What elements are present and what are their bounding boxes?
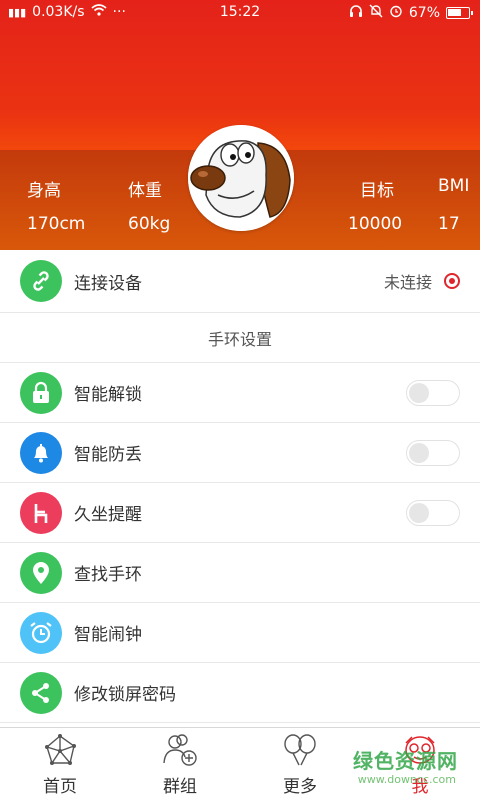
menu-row-find-band[interactable]: 查找手环 [0,543,480,603]
settings-list: 连接设备 未连接 手环设置 智能解锁 智能防丢 久坐提醒 查找手环 智能闹钟 修… [0,250,480,723]
avatar[interactable] [188,125,294,231]
watermark-url: www.downcc.com [357,773,456,786]
location-pin-icon [20,551,62,594]
toggle-row-anti-loss: 智能防丢 [0,423,480,483]
toggle-row-sedentary: 久坐提醒 [0,483,480,543]
nav-more[interactable]: 更多 [240,728,360,800]
menu-label: 智能闹钟 [74,625,142,645]
nav-label: 群组 [163,777,197,797]
stat-bmi: BMI 17 [438,176,470,234]
share-icon [20,671,62,714]
stat-goal: 目标 10000 [348,176,402,234]
stat-label: BMI [438,176,470,196]
nav-label: 首页 [43,777,77,797]
mute-bell-icon [369,4,383,22]
anti-loss-toggle[interactable] [406,439,460,466]
nav-group[interactable]: 群组 [120,728,240,800]
group-add-icon [163,734,197,766]
menu-label: 修改锁屏密码 [74,685,176,705]
menu-row-alarm[interactable]: 智能闹钟 [0,603,480,663]
section-title: 手环设置 [0,313,480,363]
battery-icon [446,7,473,19]
stat-height: 身高 170cm [27,176,85,234]
chair-icon [20,491,62,534]
network-icon [45,734,76,765]
toggle-label: 智能防丢 [74,445,142,465]
alarm-icon [389,4,403,22]
stat-label: 目标 [360,181,394,201]
connect-device-row[interactable]: 连接设备 未连接 [0,250,480,313]
connection-status-indicator[interactable] [444,273,460,289]
connect-device-label: 连接设备 [74,273,142,294]
stat-weight: 体重 60kg [128,176,170,234]
stat-value: 170cm [27,214,86,234]
balloons-icon [284,734,316,766]
stat-label: 身高 [27,181,61,201]
toggle-row-smart-unlock: 智能解锁 [0,363,480,423]
toggle-label: 智能解锁 [74,385,142,405]
headphones-icon [349,4,363,22]
bell-icon [20,431,62,474]
alarm-clock-icon [20,611,62,654]
stat-value: 10000 [348,214,403,234]
battery-percent: 67% [408,5,440,21]
watermark-text: 绿色资源网 [353,749,458,773]
toggle-label: 久坐提醒 [74,505,142,525]
dog-avatar-icon [188,125,294,231]
lock-icon [20,371,62,414]
menu-row-lock-password[interactable]: 修改锁屏密码 [0,663,480,723]
stat-label: 体重 [128,181,162,201]
sedentary-toggle[interactable] [406,499,460,526]
link-icon [20,260,62,302]
smart-unlock-toggle[interactable] [406,379,460,406]
status-bar: ▮▮▮ 0.03K/s ··· 15:22 67% [0,0,480,26]
stat-value: 17 [438,214,460,234]
menu-label: 查找手环 [74,565,142,585]
battery-level [448,9,461,16]
stat-value: 60kg [128,214,171,234]
connection-status: 未连接 [383,273,432,292]
nav-home[interactable]: 首页 [0,728,120,800]
nav-label: 更多 [283,777,317,797]
